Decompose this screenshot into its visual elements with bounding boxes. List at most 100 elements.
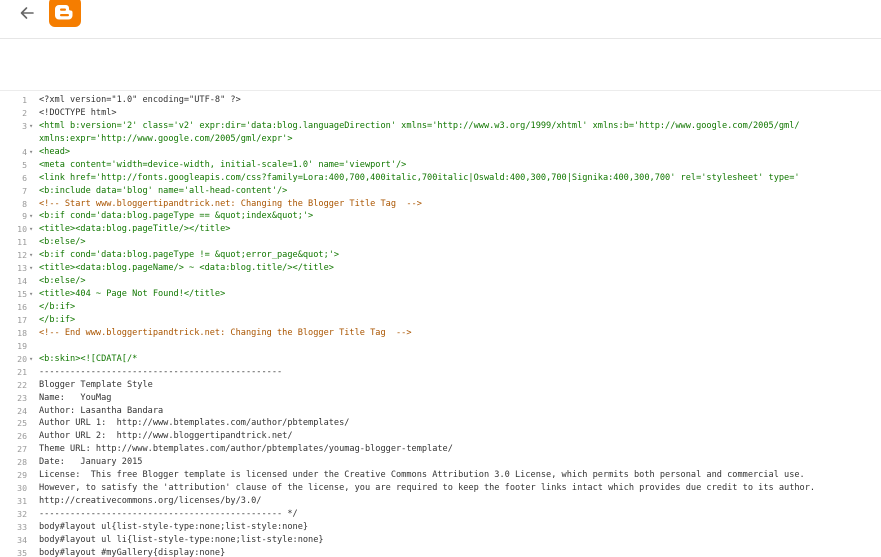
code-line[interactable]: 27 Theme URL: http://www.btemplates.com/a… bbox=[0, 443, 881, 456]
blogger-logo-icon[interactable] bbox=[49, 0, 81, 27]
code-line[interactable]: 28 Date: January 2015 bbox=[0, 456, 881, 469]
line-number: 3 bbox=[22, 120, 27, 131]
code-line[interactable]: 15 ▾ <title>404 ~ Page Not Found!</title> bbox=[0, 288, 881, 301]
code-text: ----------------------------------------… bbox=[39, 366, 283, 377]
line-number: 35 bbox=[17, 547, 27, 557]
code-line[interactable]: 24 Author: Lasantha Bandara bbox=[0, 405, 881, 418]
line-number: 26 bbox=[17, 431, 27, 442]
code-text: Author URL 2: http://www.bloggertipandtr… bbox=[39, 431, 293, 442]
code-line[interactable]: 29 License: This free Blogger template is… bbox=[0, 469, 881, 482]
line-number: 30 bbox=[17, 483, 27, 494]
code-text: <b:include data='blog' name='all-head-co… bbox=[39, 185, 288, 196]
code-text: <!-- Start www.bloggertipandtrick.net: C… bbox=[39, 198, 422, 209]
code-line[interactable]: 18 <!-- End www.bloggertipandtrick.net: C… bbox=[0, 327, 881, 340]
code-line[interactable]: 3 ▾ <html b:version='2' class='v2' expr:di… bbox=[0, 120, 881, 133]
code-line[interactable]: 9 ▾ <b:if cond='data:blog.pageType == &quo… bbox=[0, 210, 881, 223]
code-text: <b:else/> bbox=[39, 237, 86, 248]
code-line[interactable]: 23 Name: YouMag bbox=[0, 392, 881, 405]
fold-toggle-icon[interactable]: ▾ bbox=[29, 210, 33, 223]
code-text: Author: Lasantha Bandara bbox=[39, 405, 164, 416]
line-number: 9 bbox=[22, 211, 27, 222]
code-text: body#layout ul li{list-style-type:none;l… bbox=[39, 534, 324, 545]
code-line[interactable]: 4 ▾ <head> bbox=[0, 146, 881, 159]
code-line[interactable]: 7 <b:include data='blog' name='all-head-c… bbox=[0, 185, 881, 198]
code-line[interactable]: 34 body#layout ul li{list-style-type:none… bbox=[0, 534, 881, 547]
line-number: 25 bbox=[17, 418, 27, 429]
code-text: <!DOCTYPE html> bbox=[39, 107, 117, 118]
line-number: 29 bbox=[17, 470, 27, 481]
code-text: <head> bbox=[39, 146, 71, 157]
code-text: <meta content='width=device-width, initi… bbox=[39, 159, 407, 170]
code-line[interactable]: 6 <link href='http://fonts.googleapis.com… bbox=[0, 172, 881, 185]
code-text: Author URL 1: http://www.btemplates.com/… bbox=[39, 418, 350, 429]
code-line[interactable]: 35 body#layout #myGallery{display:none} bbox=[0, 547, 881, 557]
code-line[interactable]: 17 </b:if> bbox=[0, 314, 881, 327]
code-lines: 1 <?xml version="1.0" encoding="UTF-8" ?>… bbox=[0, 94, 881, 557]
fold-toggle-icon[interactable]: ▾ bbox=[29, 249, 33, 262]
code-text: <b:skin><![CDATA[/* bbox=[39, 353, 138, 364]
fold-toggle-icon[interactable]: ▾ bbox=[29, 223, 33, 236]
code-line[interactable]: 8 <!-- Start www.bloggertipandtrick.net: … bbox=[0, 198, 881, 211]
code-line[interactable]: 30 However, to satisfy the 'attribution' … bbox=[0, 482, 881, 495]
code-line[interactable]: 33 body#layout ul{list-style-type:none;li… bbox=[0, 521, 881, 534]
line-number: 31 bbox=[17, 496, 27, 507]
code-line[interactable]: 1 <?xml version="1.0" encoding="UTF-8" ?> bbox=[0, 94, 881, 107]
fold-toggle-icon[interactable]: ▾ bbox=[29, 288, 33, 301]
line-number: 11 bbox=[17, 237, 27, 248]
line-number: 7 bbox=[22, 185, 27, 196]
line-number: 8 bbox=[22, 198, 27, 209]
line-number: 19 bbox=[17, 340, 27, 351]
back-button[interactable] bbox=[14, 0, 40, 26]
line-number: 17 bbox=[17, 314, 27, 325]
fold-toggle-icon[interactable]: ▾ bbox=[29, 262, 33, 275]
line-number: 10 bbox=[17, 224, 27, 235]
code-text: xmlns:expr='http://www.google.com/2005/g… bbox=[39, 133, 293, 144]
code-line[interactable]: 21 --------------------------------------… bbox=[0, 366, 881, 379]
code-text: </b:if> bbox=[39, 302, 76, 312]
line-number: 5 bbox=[22, 159, 27, 170]
code-line[interactable]: 22 Blogger Template Style bbox=[0, 379, 881, 392]
line-number: 1 bbox=[22, 95, 27, 105]
code-line[interactable]: 20 ▾ <b:skin><![CDATA[/* bbox=[0, 353, 881, 366]
app-header bbox=[0, 0, 881, 39]
code-line[interactable]: 5 <meta content='width=device-width, init… bbox=[0, 159, 881, 172]
code-text: </b:if> bbox=[39, 314, 76, 325]
code-text: <b:if cond='data:blog.pageType == &quot;… bbox=[39, 211, 314, 222]
code-editor[interactable]: 1 <?xml version="1.0" encoding="UTF-8" ?>… bbox=[0, 90, 881, 557]
code-text: <title><data:blog.pageName/> ~ <data:blo… bbox=[39, 263, 334, 274]
code-text: http://creativecommons.org/licenses/by/3… bbox=[39, 496, 262, 507]
code-line[interactable]: 11 <b:else/> bbox=[0, 236, 881, 249]
line-number: 6 bbox=[22, 172, 27, 183]
code-line[interactable]: 13 ▾ <title><data:blog.pageName/> ~ <data:… bbox=[0, 262, 881, 275]
code-line[interactable]: 19 bbox=[0, 340, 881, 353]
code-line[interactable]: 32 --------------------------------------… bbox=[0, 508, 881, 521]
line-number: 20 bbox=[17, 353, 27, 364]
line-number: 4 bbox=[22, 146, 27, 157]
code-line[interactable]: 2 <!DOCTYPE html> bbox=[0, 107, 881, 120]
code-text: <title>404 ~ Page Not Found!</title> bbox=[39, 289, 226, 300]
line-number: 24 bbox=[17, 405, 27, 416]
code-line[interactable]: 12 ▾ <b:if cond='data:blog.pageType != &qu… bbox=[0, 249, 881, 262]
line-number: 13 bbox=[17, 263, 27, 274]
code-line[interactable]: 16 </b:if> bbox=[0, 301, 881, 314]
fold-toggle-icon[interactable]: ▾ bbox=[29, 353, 33, 366]
code-line[interactable]: 10 ▾ <title><data:blog.pageTitle/></title> bbox=[0, 223, 881, 236]
fold-toggle-icon[interactable]: ▾ bbox=[29, 146, 33, 159]
fold-toggle-icon[interactable]: ▾ bbox=[29, 120, 33, 133]
code-text: <!-- End www.bloggertipandtrick.net: Cha… bbox=[39, 327, 412, 338]
code-line[interactable]: 14 <b:else/> bbox=[0, 275, 881, 288]
line-number: 32 bbox=[17, 509, 27, 519]
code-line[interactable]: 25 Author URL 1: http://www.btemplates.co… bbox=[0, 417, 881, 430]
code-text: <title><data:blog.pageTitle/></title> bbox=[39, 224, 231, 235]
code-line[interactable]: 26 Author URL 2: http://www.bloggertipand… bbox=[0, 430, 881, 443]
code-line[interactable]: 31 http://creativecommons.org/licenses/by… bbox=[0, 495, 881, 508]
line-number: 16 bbox=[17, 302, 27, 312]
line-number: 27 bbox=[17, 444, 27, 455]
code-line[interactable]: xmlns:expr='http://www.google.com/2005/g… bbox=[0, 133, 881, 146]
code-text: License: This free Blogger template is l… bbox=[39, 470, 805, 481]
line-number: 22 bbox=[17, 379, 27, 390]
line-number: 15 bbox=[17, 289, 27, 300]
code-text: body#layout ul{list-style-type:none;list… bbox=[39, 521, 309, 532]
code-text: <b:else/> bbox=[39, 276, 86, 287]
line-number: 34 bbox=[17, 534, 27, 545]
